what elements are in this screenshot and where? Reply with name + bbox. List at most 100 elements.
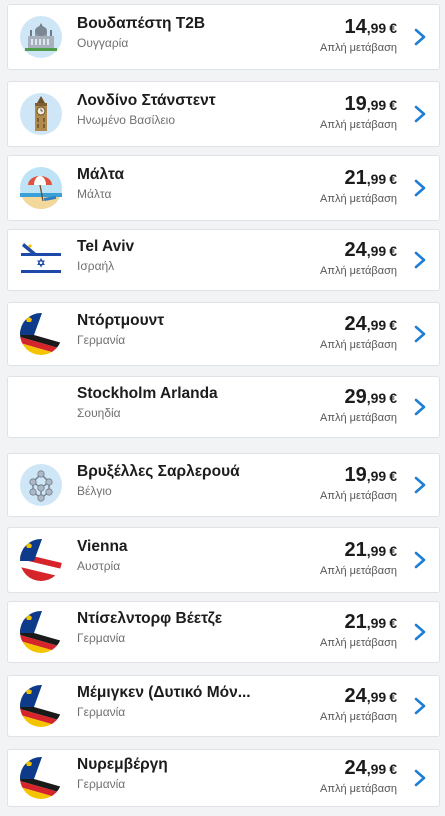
destination-country: Μάλτα <box>77 187 112 201</box>
fare-type-note: Απλή μετάβαση <box>320 637 397 649</box>
destination-city: Βουδαπέστη T2B <box>77 15 206 32</box>
atomium-icon <box>20 464 62 506</box>
price-currency: € <box>389 243 397 259</box>
chevron-right-icon[interactable] <box>413 769 427 787</box>
price-decimals: ,99 <box>366 317 387 333</box>
fare-type-note: Απλή μετάβαση <box>320 783 397 795</box>
flight-card[interactable]: Λονδίνο Στάνστεντ Ηνωμένο Βασίλειο 19,99… <box>7 81 440 147</box>
destination-country: Αυστρία <box>77 559 121 573</box>
austria-flag-plane-icon <box>20 539 62 581</box>
destination-country: Γερμανία <box>77 631 126 645</box>
price-integer: 24 <box>344 685 367 707</box>
price-currency: € <box>389 468 397 484</box>
price-currency: € <box>389 317 397 333</box>
chevron-right-icon[interactable] <box>413 398 427 416</box>
destination-country: Γερμανία <box>77 333 126 347</box>
price-decimals: ,99 <box>366 761 387 777</box>
destination-country: Ουγγαρία <box>77 36 129 50</box>
fare-type-note: Απλή μετάβαση <box>320 42 397 54</box>
destination-city: Μάλτα <box>77 166 125 183</box>
chevron-right-icon[interactable] <box>413 697 427 715</box>
price-currency: € <box>389 761 397 777</box>
fare-type-note: Απλή μετάβαση <box>320 193 397 205</box>
destination-city: Νυρεμβέργη <box>77 756 168 773</box>
flight-card[interactable]: Βρυξέλλες Σαρλερουά Βέλγιο 19,99 € Απλή μ… <box>7 453 440 517</box>
destination-thumbnail <box>20 386 62 428</box>
price-currency: € <box>389 171 397 187</box>
flight-card[interactable]: Vienna Αυστρία 21,99 € Απλή μετάβαση <box>7 527 440 593</box>
chevron-right-icon[interactable] <box>413 179 427 197</box>
destination-city: Βρυξέλλες Σαρλερουά <box>77 463 240 480</box>
fare-price: 24,99 € <box>344 313 397 336</box>
price-integer: 24 <box>344 757 367 779</box>
price-integer: 24 <box>344 313 367 335</box>
chevron-right-icon[interactable] <box>413 251 427 269</box>
destination-country: Βέλγιο <box>77 484 112 498</box>
germany-flag-plane-icon <box>20 757 62 799</box>
fare-type-note: Απλή μετάβαση <box>320 265 397 277</box>
fare-type-note: Απλή μετάβαση <box>320 119 397 131</box>
fare-price: 21,99 € <box>344 167 397 190</box>
israel-flag-plane-icon <box>20 239 62 281</box>
chevron-right-icon[interactable] <box>413 28 427 46</box>
price-integer: 29 <box>344 386 367 408</box>
price-currency: € <box>389 97 397 113</box>
price-decimals: ,99 <box>366 243 387 259</box>
price-integer: 24 <box>344 239 367 261</box>
price-decimals: ,99 <box>366 468 387 484</box>
price-decimals: ,99 <box>366 97 387 113</box>
destination-city: Vienna <box>77 538 128 555</box>
fare-price: 21,99 € <box>344 539 397 562</box>
germany-flag-plane-icon <box>20 611 62 653</box>
flight-card[interactable]: Βουδαπέστη T2B Ουγγαρία 14,99 € Απλή μετά… <box>7 4 440 70</box>
big-ben-icon <box>20 93 62 135</box>
destination-city: Λονδίνο Στάνστεντ <box>77 92 216 109</box>
price-integer: 21 <box>344 539 367 561</box>
price-decimals: ,99 <box>366 20 387 36</box>
flight-card[interactable]: Μάλτα Μάλτα 21,99 € Απλή μετάβαση <box>7 155 440 221</box>
germany-flag-plane-icon <box>20 313 62 355</box>
fare-type-note: Απλή μετάβαση <box>320 711 397 723</box>
destination-list: Βουδαπέστη T2B Ουγγαρία 14,99 € Απλή μετά… <box>0 0 445 816</box>
price-integer: 14 <box>344 16 367 38</box>
beach-umbrella-icon <box>20 167 62 209</box>
flight-card[interactable]: Stockholm Arlanda Σουηδία 29,99 € Απλή με… <box>7 376 440 438</box>
destination-city: Μέμιγκεν (Δυτικό Μόν... <box>77 684 251 701</box>
flight-card[interactable]: Ντίσελντορφ Βέετζε Γερμανία 21,99 € Απλή … <box>7 601 440 663</box>
budapest-parliament-icon <box>20 16 62 58</box>
fare-type-note: Απλή μετάβαση <box>320 490 397 502</box>
flight-card[interactable]: Ντόρτμουντ Γερμανία 24,99 € Απλή μετάβαση <box>7 302 440 366</box>
destination-city: Stockholm Arlanda <box>77 385 218 402</box>
price-currency: € <box>389 543 397 559</box>
fare-type-note: Απλή μετάβαση <box>320 412 397 424</box>
destination-city: Ντίσελντορφ Βέετζε <box>77 610 223 627</box>
flight-card[interactable]: Νυρεμβέργη Γερμανία 24,99 € Απλή μετάβαση <box>7 749 440 807</box>
germany-flag-plane-icon <box>20 685 62 727</box>
fare-price: 14,99 € <box>344 16 397 39</box>
price-decimals: ,99 <box>366 615 387 631</box>
chevron-right-icon[interactable] <box>413 105 427 123</box>
destination-city: Ντόρτμουντ <box>77 312 165 329</box>
chevron-right-icon[interactable] <box>413 551 427 569</box>
destination-country: Γερμανία <box>77 777 126 791</box>
chevron-right-icon[interactable] <box>413 623 427 641</box>
destination-country: Σουηδία <box>77 406 121 420</box>
fare-type-note: Απλή μετάβαση <box>320 565 397 577</box>
fare-price: 24,99 € <box>344 239 397 262</box>
price-decimals: ,99 <box>366 390 387 406</box>
chevron-right-icon[interactable] <box>413 325 427 343</box>
price-currency: € <box>389 20 397 36</box>
destination-country: Ηνωμένο Βασίλειο <box>77 113 176 127</box>
destination-country: Γερμανία <box>77 705 126 719</box>
flight-card[interactable]: Tel Aviv Ισραήλ 24,99 € Απλή μετάβαση <box>7 229 440 291</box>
price-decimals: ,99 <box>366 689 387 705</box>
price-decimals: ,99 <box>366 171 387 187</box>
price-currency: € <box>389 390 397 406</box>
chevron-right-icon[interactable] <box>413 476 427 494</box>
fare-price: 24,99 € <box>344 757 397 780</box>
price-decimals: ,99 <box>366 543 387 559</box>
price-integer: 21 <box>344 167 367 189</box>
price-integer: 19 <box>344 93 367 115</box>
flight-card[interactable]: Μέμιγκεν (Δυτικό Μόν... Γερμανία 24,99 € … <box>7 675 440 737</box>
fare-type-note: Απλή μετάβαση <box>320 339 397 351</box>
